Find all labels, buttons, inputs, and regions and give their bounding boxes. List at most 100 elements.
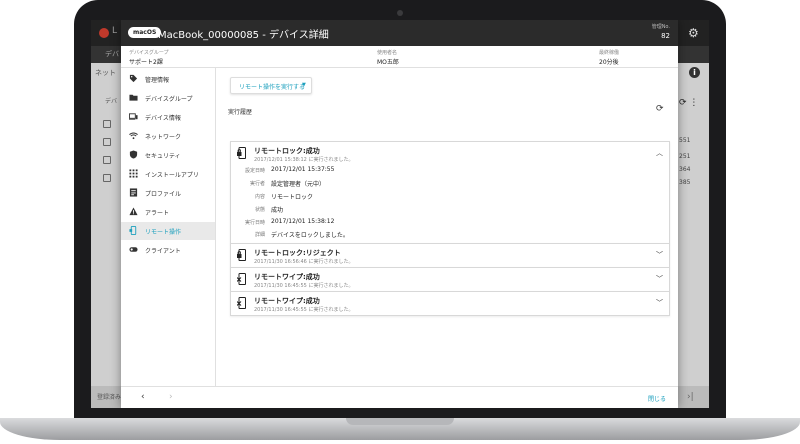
sidebar-item-label: デバイス情報: [145, 115, 181, 122]
management-number-label: 管理No.: [651, 24, 670, 30]
detail-value: 成功: [271, 207, 284, 214]
history-card-subtitle: 2017/11/30 16:45:55 に実行されました。: [254, 307, 354, 313]
device-detail-modal: macOS MacBook_00000085 - デバイス詳細 管理No. 82…: [121, 20, 678, 408]
sidebar-item-alert[interactable]: アラート: [121, 203, 215, 221]
remote-lock-icon: [237, 249, 246, 261]
background-subheader: ネット: [95, 69, 116, 77]
sidebar-item-device-group[interactable]: デバイスグループ: [121, 89, 215, 107]
gear-icon: ⚙: [688, 26, 699, 40]
history-title: 実行履歴: [228, 109, 253, 116]
camera-icon: [397, 10, 403, 16]
laptop-notch: [346, 418, 454, 425]
device-group-label: デバイスグループ: [129, 50, 169, 56]
modal-footer: ‹ › 閉じる: [121, 386, 678, 408]
history-card-title: リモートロック:成功: [254, 147, 320, 155]
detail-sidebar: 管理情報 デバイスグループ デバイス情報 ネットワーク セキュリティ インストー…: [121, 68, 216, 386]
close-button[interactable]: 閉じる: [648, 394, 666, 403]
sidebar-item-label: インストールアプリ: [145, 172, 199, 179]
brand-logo-icon: [99, 28, 109, 38]
info-icon: i: [689, 67, 700, 78]
detail-value: リモートロック: [271, 194, 314, 201]
sidebar-item-profile[interactable]: プロファイル: [121, 184, 215, 202]
client-icon: [129, 247, 138, 252]
tag-icon: [129, 74, 138, 83]
caret-down-icon: ▼: [302, 82, 306, 88]
shield-icon: [129, 150, 138, 159]
sidebar-item-label: 管理情報: [145, 77, 170, 84]
next-device-button[interactable]: ›: [169, 392, 173, 402]
row-checkbox: [103, 120, 111, 128]
sidebar-item-network[interactable]: ネットワーク: [121, 127, 215, 145]
last-active-label: 最終稼働: [599, 50, 620, 56]
sidebar-item-management[interactable]: 管理情報: [121, 70, 215, 88]
history-card-title: リモートワイプ:成功: [254, 297, 320, 305]
background-sublabel: デバ: [105, 98, 118, 105]
prev-device-button[interactable]: ‹: [141, 392, 145, 402]
sidebar-item-remote-operation[interactable]: リモート操作: [121, 222, 215, 240]
sidebar-item-label: セキュリティ: [145, 153, 181, 160]
sidebar-item-label: デバイスグループ: [145, 96, 193, 103]
chevron-down-icon[interactable]: ﹀: [656, 250, 663, 260]
detail-value: 2017/12/01 15:38:12: [271, 218, 335, 225]
history-card-subtitle: 2017/11/30 16:45:55 に実行されました。: [254, 283, 354, 289]
chevron-up-icon[interactable]: ︿: [656, 148, 663, 158]
device-info-row: デバイスグループ サポート2課 使用者名 MO五郎 最終稼働 20分後: [121, 46, 678, 68]
profile-icon: [129, 188, 138, 197]
history-card[interactable]: リモートロック:リジェクト 2017/11/30 16:56:46 に実行されま…: [230, 243, 670, 268]
device-group-value: サポート2課: [129, 59, 163, 66]
history-card-subtitle: 2017/12/01 15:38:12 に実行されました。: [254, 157, 354, 163]
modal-title: MacBook_00000085 - デバイス詳細: [158, 30, 329, 41]
detail-value: 2017/12/01 15:37:55: [271, 166, 335, 173]
row-checkbox: [103, 156, 111, 164]
apps-grid-icon: [129, 169, 138, 178]
sidebar-item-label: プロファイル: [145, 191, 182, 198]
sidebar-item-security[interactable]: セキュリティ: [121, 146, 215, 164]
background-pager: ›|: [687, 392, 694, 402]
sidebar-item-installed-apps[interactable]: インストールアプリ: [121, 165, 215, 183]
alert-icon: [129, 207, 138, 216]
sidebar-item-device-info[interactable]: デバイス情報: [121, 108, 215, 126]
history-card[interactable]: リモートロック:成功 2017/12/01 15:38:12 に実行されました。…: [230, 141, 670, 244]
refresh-icon[interactable]: ⟳: [656, 104, 664, 114]
detail-label: 内容: [254, 194, 265, 200]
remote-wipe-icon: [237, 273, 246, 285]
wifi-icon: [129, 132, 138, 140]
row-number: 251: [679, 153, 691, 160]
execute-remote-operation-button[interactable]: リモート操作を実行する ▼: [230, 77, 312, 94]
devices-icon: [129, 113, 138, 120]
row-number: 364: [679, 166, 691, 173]
history-card[interactable]: リモートワイプ:成功 2017/11/30 16:45:55 に実行されました。…: [230, 291, 670, 316]
os-badge: macOS: [128, 27, 162, 38]
management-number-value: 82: [661, 32, 670, 40]
history-card-title: リモートワイプ:成功: [254, 273, 320, 281]
folder-icon: [129, 94, 138, 101]
sidebar-item-client[interactable]: クライアント: [121, 241, 215, 259]
history-card[interactable]: リモートワイプ:成功 2017/11/30 16:45:55 に実行されました。…: [230, 267, 670, 292]
last-active-value: 20分後: [599, 59, 619, 66]
detail-label: 詳細: [254, 232, 265, 238]
modal-header: macOS MacBook_00000085 - デバイス詳細 管理No. 82: [121, 20, 678, 46]
background-footer-text: 登録済み: [97, 394, 122, 401]
remote-wipe-icon: [237, 297, 246, 309]
detail-label: 設定日時: [244, 168, 265, 174]
row-checkbox: [103, 174, 111, 182]
background-tab: デバ: [105, 50, 119, 58]
brand-logo-text: L: [112, 26, 118, 36]
chevron-down-icon[interactable]: ﹀: [656, 298, 663, 308]
remote-operation-panel: リモート操作を実行する ▼ 実行履歴 ⟳ リモートロック:成功 2017/12/…: [216, 68, 678, 386]
remote-lock-icon: [237, 147, 246, 159]
detail-label: 実行日時: [244, 220, 265, 226]
chevron-down-icon[interactable]: ﹀: [656, 274, 663, 284]
remote-phone-icon: [129, 226, 137, 235]
sidebar-item-label: アラート: [145, 210, 170, 217]
execute-remote-operation-label: リモート操作を実行する: [239, 84, 306, 91]
row-number: 551: [679, 137, 691, 144]
row-checkbox: [103, 138, 111, 146]
detail-value: 設定管理者（元中）: [271, 181, 326, 188]
detail-label: 状態: [254, 207, 265, 213]
sidebar-item-label: リモート操作: [145, 229, 182, 236]
screen: L ⚙ デバ ネット i デバ ⟳ ⋮ 551 251 364 385 登録済み…: [91, 20, 709, 408]
row-number: 385: [679, 179, 691, 186]
user-name-label: 使用者名: [377, 50, 398, 56]
detail-value: デバイスをロックしました。: [271, 232, 349, 239]
